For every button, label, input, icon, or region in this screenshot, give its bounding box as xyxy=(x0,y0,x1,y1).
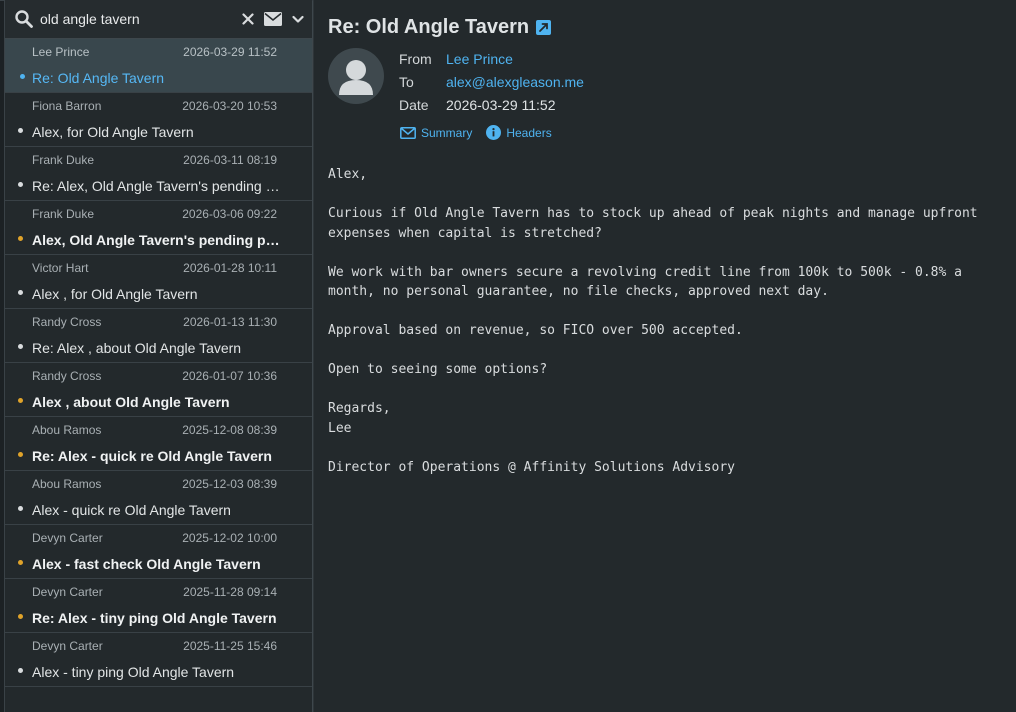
read-dot-icon xyxy=(18,290,23,295)
reading-pane: Re: Old Angle Tavern From Lee Prince To … xyxy=(313,0,1016,712)
search-icon xyxy=(15,10,33,28)
user-avatar-icon xyxy=(339,60,373,95)
unread-dot-icon xyxy=(18,560,23,565)
message-date: 2026-03-11 08:19 xyxy=(183,153,277,167)
message-subject: Alex - tiny ping Old Angle Tavern xyxy=(32,664,235,680)
list-item[interactable]: Devyn Carter 2025-11-25 15:46 Alex - tiny … xyxy=(5,633,312,687)
list-item[interactable]: Abou Ramos 2025-12-08 08:39 Re: Alex - qui… xyxy=(5,417,312,471)
read-dot-icon xyxy=(18,668,23,673)
to-value[interactable]: alex@alexgleason.me xyxy=(446,74,584,90)
date-label: Date xyxy=(399,97,429,113)
read-dot-icon xyxy=(20,74,25,79)
message-date: 2026-03-29 11:52 xyxy=(183,45,277,59)
message-subject: Alex - quick re Old Angle Tavern xyxy=(32,502,231,518)
avatar xyxy=(328,48,384,104)
message-sender: Abou Ramos xyxy=(32,477,102,491)
message-subject: Alex , about Old Angle Tavern xyxy=(32,394,230,410)
list-item[interactable]: Devyn Carter 2025-11-28 09:14 Re: Alex - t… xyxy=(5,579,312,633)
header-from-row: From Lee Prince xyxy=(399,51,513,67)
info-icon xyxy=(486,125,502,140)
message-subject: Re: Alex , about Old Angle Tavern xyxy=(32,340,242,356)
envelope-icon xyxy=(264,12,282,26)
message-subject: Re: Alex - quick re Old Angle Tavern xyxy=(32,448,272,464)
list-item[interactable]: Lee Prince 2026-03-29 11:52 Re: Old Angle … xyxy=(5,39,312,93)
read-dot-icon xyxy=(18,128,23,133)
envelope-icon xyxy=(400,126,416,139)
list-item[interactable]: Abou Ramos 2025-12-03 08:39 Alex - quick r… xyxy=(5,471,312,525)
search-actions xyxy=(242,12,304,26)
tab-summary-label: Summary xyxy=(421,125,473,140)
message-subject: Alex , for Old Angle Tavern xyxy=(32,286,198,302)
search-bar xyxy=(5,0,312,39)
header-tabs: Summary Headers xyxy=(400,125,552,140)
close-icon xyxy=(242,13,254,25)
list-item[interactable]: Randy Cross 2026-01-07 10:36 Alex , about … xyxy=(5,363,312,417)
header-to-row: To alex@alexgleason.me xyxy=(399,74,584,90)
unread-dot-icon xyxy=(18,398,23,403)
tab-headers-label: Headers xyxy=(506,125,552,140)
unread-dot-icon xyxy=(18,452,23,457)
message-sender: Frank Duke xyxy=(32,153,95,167)
message-date: 2026-03-06 09:22 xyxy=(182,207,277,221)
message-subject: Alex - fast check Old Angle Tavern xyxy=(32,556,261,572)
message-date: 2025-11-28 09:14 xyxy=(183,585,277,599)
message-title: Re: Old Angle Tavern xyxy=(328,16,530,38)
from-value[interactable]: Lee Prince xyxy=(446,51,513,67)
read-dot-icon xyxy=(18,344,23,349)
list-item[interactable]: Fiona Barron 2026-03-20 10:53 Alex, for Ol… xyxy=(5,93,312,147)
list-item[interactable]: Frank Duke 2026-03-11 08:19 Re: Alex, Old … xyxy=(5,147,312,201)
message-date: 2026-03-20 10:53 xyxy=(182,99,277,113)
message-sender: Victor Hart xyxy=(32,261,89,275)
tab-headers[interactable]: Headers xyxy=(486,125,552,140)
clear-search-button[interactable] xyxy=(242,13,254,25)
unread-dot-icon xyxy=(18,236,23,241)
search-input[interactable] xyxy=(40,11,225,27)
search-options-button[interactable] xyxy=(292,15,304,24)
message-subject: Re: Alex, Old Angle Tavern's pending p… xyxy=(32,178,280,194)
message-sender: Frank Duke xyxy=(32,207,95,221)
message-date: 2026-01-07 10:36 xyxy=(182,369,277,383)
message-sender: Fiona Barron xyxy=(32,99,102,113)
message-subject: Alex, Old Angle Tavern's pending pay… xyxy=(32,232,280,248)
message-list-pane: Lee Prince 2026-03-29 11:52 Re: Old Angle … xyxy=(5,0,313,712)
message-date: 2025-12-02 10:00 xyxy=(182,531,277,545)
message-sender: Lee Prince xyxy=(32,45,90,59)
mail-filter-button[interactable] xyxy=(264,12,282,26)
date-value: 2026-03-29 11:52 xyxy=(446,97,556,113)
message-body: Alex, Curious if Old Angle Tavern has to… xyxy=(328,167,978,475)
unread-dot-icon xyxy=(18,614,23,619)
message-subject: Alex, for Old Angle Tavern xyxy=(32,124,194,140)
message-sender: Randy Cross xyxy=(32,315,102,329)
chevron-down-icon xyxy=(292,15,304,23)
message-date: 2025-12-08 08:39 xyxy=(182,423,277,437)
message-date: 2025-11-25 15:46 xyxy=(183,639,277,653)
message-date: 2025-12-03 08:39 xyxy=(182,477,277,491)
message-sender: Devyn Carter xyxy=(32,585,103,599)
message-subject: Re: Alex - tiny ping Old Angle Tavern xyxy=(32,610,277,626)
from-label: From xyxy=(399,51,432,67)
list-item[interactable]: Randy Cross 2026-01-13 11:30 Re: Alex , ab… xyxy=(5,309,312,363)
list-item[interactable]: Victor Hart 2026-01-28 10:11 Alex , for Ol… xyxy=(5,255,312,309)
read-dot-icon xyxy=(18,506,23,511)
message-date: 2026-01-13 11:30 xyxy=(183,315,277,329)
message-date: 2026-01-28 10:11 xyxy=(183,261,277,275)
list-item[interactable]: Devyn Carter 2025-12-02 10:00 Alex - fast … xyxy=(5,525,312,579)
tab-summary[interactable]: Summary xyxy=(400,125,472,140)
message-sender: Devyn Carter xyxy=(32,639,103,653)
external-link-icon[interactable] xyxy=(536,20,552,35)
list-item[interactable]: Frank Duke 2026-03-06 09:22 Alex, Old Angl… xyxy=(5,201,312,255)
message-subject: Re: Old Angle Tavern xyxy=(32,70,165,86)
message-sender: Abou Ramos xyxy=(32,423,102,437)
message-list: Lee Prince 2026-03-29 11:52 Re: Old Angle … xyxy=(5,39,312,712)
message-sender: Randy Cross xyxy=(32,369,102,383)
read-dot-icon xyxy=(18,182,23,187)
mail-app: Lee Prince2026-03-29 11:52Re: Old Angle … xyxy=(0,0,1016,712)
message-sender: Devyn Carter xyxy=(32,531,103,545)
message-title-row: Re: Old Angle Tavern xyxy=(328,16,552,39)
header-date-row: Date 2026-03-29 11:52 xyxy=(399,97,556,113)
to-label: To xyxy=(399,74,414,90)
